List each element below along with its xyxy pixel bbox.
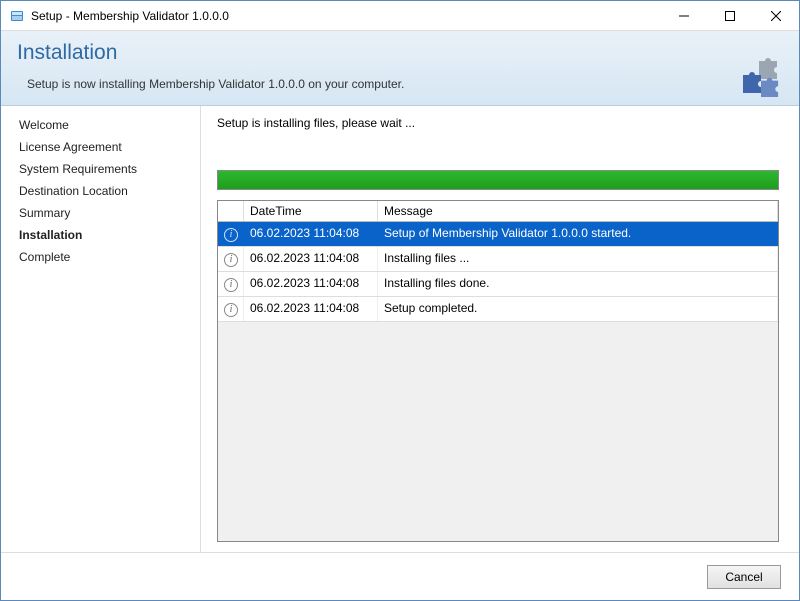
info-icon: i (218, 272, 244, 296)
log-row[interactable]: i 06.02.2023 11:04:08 Setup completed. (218, 297, 778, 322)
sidebar-item-complete[interactable]: Complete (1, 246, 200, 268)
setup-window: Setup - Membership Validator 1.0.0.0 Ins… (0, 0, 800, 601)
footer: Cancel (1, 552, 799, 600)
log-row[interactable]: i 06.02.2023 11:04:08 Installing files .… (218, 247, 778, 272)
sidebar-item-system-requirements[interactable]: System Requirements (1, 158, 200, 180)
body: Welcome License Agreement System Require… (1, 106, 799, 552)
log-cell-message: Setup of Membership Validator 1.0.0.0 st… (378, 222, 778, 246)
minimize-icon (679, 11, 689, 21)
header: Installation Setup is now installing Mem… (1, 31, 799, 106)
cancel-button[interactable]: Cancel (707, 565, 781, 589)
log-col-datetime: DateTime (244, 201, 378, 221)
sidebar-item-destination-location[interactable]: Destination Location (1, 180, 200, 202)
log-cell-datetime: 06.02.2023 11:04:08 (244, 297, 378, 321)
progress-bar (217, 170, 779, 190)
log-cell-message: Installing files ... (378, 247, 778, 271)
log-cell-datetime: 06.02.2023 11:04:08 (244, 272, 378, 296)
close-button[interactable] (753, 1, 799, 31)
log-cell-message: Installing files done. (378, 272, 778, 296)
info-icon: i (218, 297, 244, 321)
puzzle-icon (737, 49, 785, 97)
maximize-button[interactable] (707, 1, 753, 31)
titlebar: Setup - Membership Validator 1.0.0.0 (1, 1, 799, 31)
log-col-icon (218, 201, 244, 221)
log-rows: i 06.02.2023 11:04:08 Setup of Membershi… (218, 222, 778, 322)
minimize-button[interactable] (661, 1, 707, 31)
log-row[interactable]: i 06.02.2023 11:04:08 Setup of Membershi… (218, 222, 778, 247)
info-icon: i (218, 222, 244, 246)
content: Setup is installing files, please wait .… (201, 106, 799, 552)
log-col-message: Message (378, 201, 778, 221)
status-text: Setup is installing files, please wait .… (217, 116, 779, 130)
log-cell-datetime: 06.02.2023 11:04:08 (244, 247, 378, 271)
log-header: DateTime Message (218, 201, 778, 222)
log-empty-area (218, 322, 778, 541)
log-row[interactable]: i 06.02.2023 11:04:08 Installing files d… (218, 272, 778, 297)
log-cell-message: Setup completed. (378, 297, 778, 321)
app-icon (9, 8, 25, 24)
info-icon: i (218, 247, 244, 271)
window-title: Setup - Membership Validator 1.0.0.0 (31, 9, 229, 23)
sidebar: Welcome License Agreement System Require… (1, 106, 201, 552)
close-icon (771, 11, 781, 21)
page-title: Installation (17, 41, 783, 65)
log-table: DateTime Message i 06.02.2023 11:04:08 S… (217, 200, 779, 542)
log-cell-datetime: 06.02.2023 11:04:08 (244, 222, 378, 246)
page-subtitle: Setup is now installing Membership Valid… (27, 77, 783, 91)
maximize-icon (725, 11, 735, 21)
sidebar-item-summary[interactable]: Summary (1, 202, 200, 224)
sidebar-item-welcome[interactable]: Welcome (1, 114, 200, 136)
sidebar-item-installation[interactable]: Installation (1, 224, 200, 246)
sidebar-item-license[interactable]: License Agreement (1, 136, 200, 158)
